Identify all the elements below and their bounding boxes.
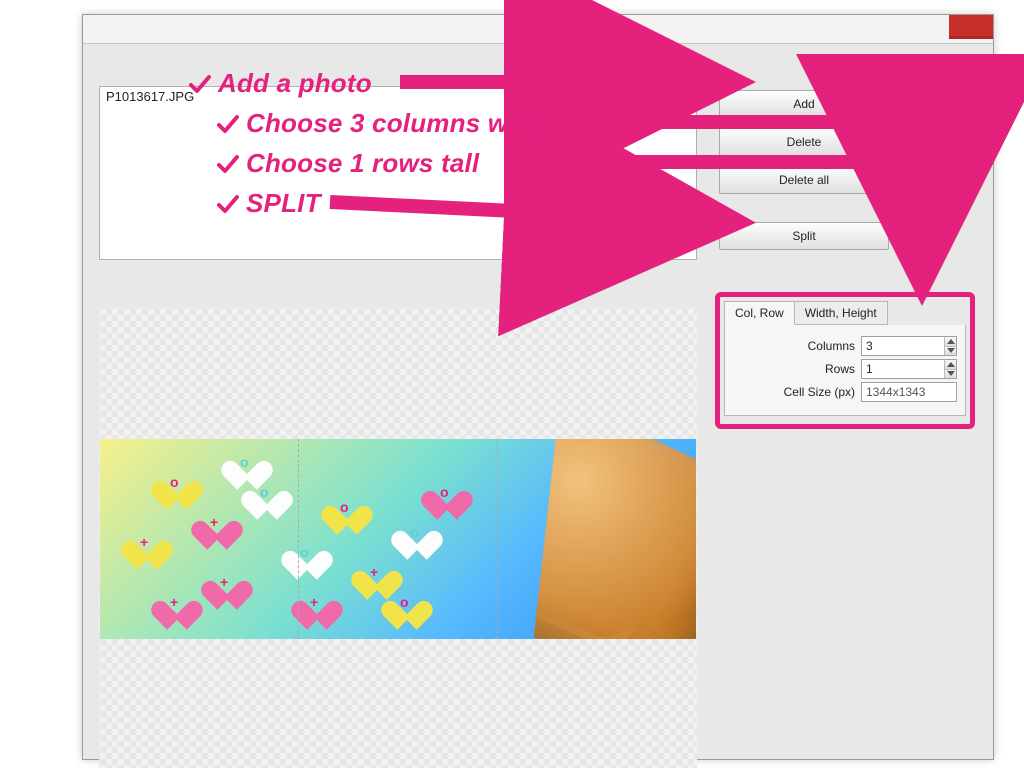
cellsize-output xyxy=(861,382,957,402)
columns-input[interactable] xyxy=(861,336,957,356)
chevron-up-icon[interactable] xyxy=(944,337,956,346)
rows-label: Rows xyxy=(825,362,855,376)
rows-input[interactable] xyxy=(861,359,957,379)
chevron-down-icon[interactable] xyxy=(944,346,956,356)
columns-stepper[interactable] xyxy=(944,337,956,355)
add-button[interactable]: Add xyxy=(719,90,889,118)
delete-all-button[interactable]: Delete all xyxy=(719,166,889,194)
preview-image: o + o + + o o + + o o o + o xyxy=(100,439,696,639)
tab-width-height[interactable]: Width, Height xyxy=(795,301,888,325)
rows-stepper[interactable] xyxy=(944,360,956,378)
columns-label: Columns xyxy=(808,339,855,353)
help-icon[interactable]: ? xyxy=(957,94,975,108)
window-close-button[interactable] xyxy=(949,15,993,39)
action-buttons: Add Delete Delete all Split xyxy=(719,90,889,260)
delete-button[interactable]: Delete xyxy=(719,128,889,156)
chevron-up-icon[interactable] xyxy=(944,360,956,369)
split-button[interactable]: Split xyxy=(719,222,889,250)
client-area: P1013617.JPG ? Add Delete Delete all Spl… xyxy=(83,44,993,759)
file-list[interactable]: P1013617.JPG xyxy=(99,86,697,260)
photo-cup xyxy=(440,439,696,639)
file-list-item[interactable]: P1013617.JPG xyxy=(100,87,696,106)
split-guide xyxy=(497,439,498,639)
tab-col-row[interactable]: Col, Row xyxy=(724,301,795,325)
toolbar-mini: ? xyxy=(931,94,975,108)
svg-text:?: ? xyxy=(963,96,969,106)
split-guide xyxy=(298,439,299,639)
chevron-down-icon[interactable] xyxy=(944,369,956,379)
cellsize-label: Cell Size (px) xyxy=(784,385,855,399)
colrow-panel: Col, Row Width, Height Columns xyxy=(715,292,975,429)
window-title: Splitter xyxy=(518,22,558,37)
colrow-form: Columns Rows xyxy=(724,325,966,416)
titlebar[interactable]: Splitter xyxy=(83,15,993,44)
camera-icon[interactable] xyxy=(931,94,949,108)
app-window: Splitter P1013617.JPG ? Add xyxy=(82,14,994,760)
tabs: Col, Row Width, Height xyxy=(724,301,966,325)
preview-pane[interactable]: o + o + + o o + + o o o + o xyxy=(99,308,697,768)
annotation-highlight-box: Col, Row Width, Height Columns xyxy=(715,292,975,429)
